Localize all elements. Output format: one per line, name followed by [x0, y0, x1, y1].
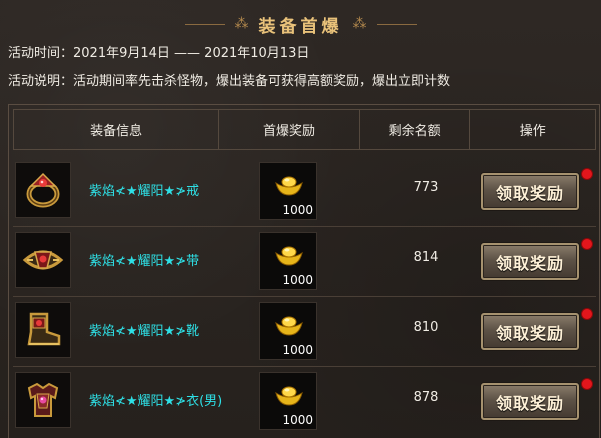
notification-dot	[581, 168, 593, 180]
ring-icon[interactable]	[15, 162, 71, 218]
title-ornament-right: ⁂	[352, 16, 367, 32]
title-ornament-left: ⁂	[234, 16, 249, 32]
claim-reward-button[interactable]: 领取奖励	[481, 383, 579, 420]
table-row: 紫焰≮★耀阳★≯衣(男) 1000 878 领取奖励	[9, 370, 601, 434]
gold-ingot-icon	[275, 246, 303, 266]
row-divider	[13, 226, 596, 227]
armor-icon[interactable]	[15, 372, 71, 428]
claim-reward-button[interactable]: 领取奖励	[481, 313, 579, 350]
title-line-left	[184, 23, 225, 25]
boots-icon[interactable]	[15, 302, 71, 358]
equipment-name: 紫焰≮★耀阳★≯衣(男)	[89, 394, 223, 409]
activity-desc-label: 活动说明：	[8, 74, 74, 89]
equipment-name: 紫焰≮★耀阳★≯戒	[89, 184, 200, 199]
column-header-equipment: 装备信息	[14, 110, 220, 149]
remaining-count: 814	[413, 250, 439, 265]
section-title-bar: ⁂ 装备首爆 ⁂	[0, 10, 601, 38]
table-header: 装备信息 首爆奖励 剩余名额 操作	[13, 109, 596, 150]
activity-time-label: 活动时间：	[8, 46, 74, 61]
column-header-action: 操作	[519, 124, 546, 139]
column-header-remaining: 剩余名额	[360, 110, 471, 149]
claim-reward-button[interactable]: 领取奖励	[481, 173, 579, 210]
claim-reward-button[interactable]: 领取奖励	[481, 243, 579, 280]
gold-ingot-icon	[275, 316, 303, 336]
reward-item[interactable]: 1000	[259, 302, 317, 360]
column-header-reward: 首爆奖励	[219, 110, 360, 149]
activity-description: 活动说明：活动期间率先击杀怪物，爆出装备可获得高额奖励，爆出立即计数	[8, 70, 450, 89]
reward-amount: 1000	[282, 203, 313, 217]
activity-desc-value: 活动期间率先击杀怪物，爆出装备可获得高额奖励，爆出立即计数	[73, 74, 451, 89]
row-divider	[13, 296, 596, 297]
table-row: 紫焰≮★耀阳★≯靴 1000 810 领取奖励	[9, 300, 601, 364]
row-divider	[13, 366, 596, 367]
page-title: 装备首爆	[258, 16, 343, 37]
gold-ingot-icon	[275, 176, 303, 196]
activity-time: 活动时间：2021年9月14日 —— 2021年10月13日	[8, 42, 309, 61]
notification-dot	[581, 378, 593, 390]
equipment-table: 装备信息 首爆奖励 剩余名额 操作 紫焰≮★耀阳★≯戒 1000 773 领取奖	[8, 104, 600, 438]
equipment-name: 紫焰≮★耀阳★≯带	[89, 254, 200, 269]
reward-amount: 1000	[282, 413, 313, 427]
reward-amount: 1000	[282, 273, 313, 287]
belt-icon[interactable]	[15, 232, 71, 288]
reward-item[interactable]: 1000	[259, 372, 317, 430]
remaining-count: 878	[413, 390, 439, 405]
notification-dot	[581, 308, 593, 320]
equipment-name: 紫焰≮★耀阳★≯靴	[89, 324, 200, 339]
remaining-count: 810	[413, 320, 439, 335]
notification-dot	[581, 238, 593, 250]
activity-time-value: 2021年9月14日 —— 2021年10月13日	[73, 46, 310, 61]
reward-item[interactable]: 1000	[259, 162, 317, 220]
remaining-count: 773	[413, 180, 439, 195]
table-row: 紫焰≮★耀阳★≯戒 1000 773 领取奖励	[9, 160, 601, 224]
reward-item[interactable]: 1000	[259, 232, 317, 290]
table-row: 紫焰≮★耀阳★≯带 1000 814 领取奖励	[9, 230, 601, 294]
reward-amount: 1000	[282, 343, 313, 357]
gold-ingot-icon	[275, 386, 303, 406]
title-line-right	[376, 23, 417, 25]
